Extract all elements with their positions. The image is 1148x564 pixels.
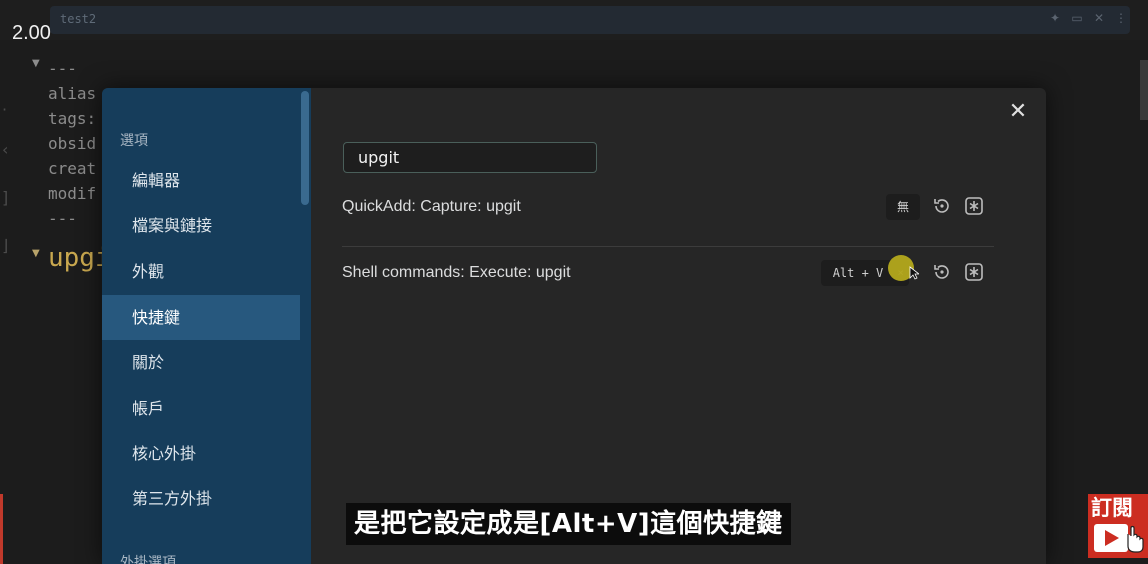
- sidebar-item-hotkeys[interactable]: 快捷鍵: [102, 295, 300, 340]
- left-edge-marker: [0, 494, 3, 564]
- hotkey-row: QuickAdd: Capture: upgit 無: [342, 182, 994, 247]
- subscribe-label: 訂閱: [1091, 496, 1133, 520]
- editor-frontmatter: --- alias tags: obsid creat modif ---: [48, 56, 96, 231]
- gutter-mark-icon: ]: [2, 188, 9, 207]
- editor-tab[interactable]: [50, 6, 1130, 34]
- sidebar-item-account[interactable]: 帳戶: [102, 386, 300, 431]
- hotkey-key-text: Alt + V: [832, 266, 884, 280]
- close-icon[interactable]: ✕: [1006, 100, 1030, 124]
- close-icon[interactable]: ✕: [1092, 11, 1106, 25]
- settings-sidebar: 選項 編輯器 檔案與鏈接 外觀 快捷鍵 關於 帳戶 核心外掛 第三方外掛 外掛選…: [102, 88, 311, 564]
- code-line: ---: [48, 209, 77, 228]
- sidebar-item-core-plugins[interactable]: 核心外掛: [102, 431, 300, 476]
- sidebar-item-editor[interactable]: 編輯器: [102, 158, 300, 203]
- heading-fold-arrow-icon[interactable]: ▼: [32, 248, 40, 259]
- reading-icon[interactable]: ▭: [1070, 11, 1084, 25]
- settings-modal: 選項 編輯器 檔案與鏈接 外觀 快捷鍵 關於 帳戶 核心外掛 第三方外掛 外掛選…: [102, 88, 1046, 564]
- add-hotkey-icon[interactable]: [964, 262, 984, 282]
- more-icon[interactable]: ⋮: [1114, 11, 1128, 25]
- code-line: creat: [48, 159, 97, 178]
- editor-scrollbar[interactable]: [1140, 60, 1148, 120]
- add-hotkey-icon[interactable]: [964, 196, 984, 216]
- settings-content: ✕ QuickAdd: Capture: upgit 無 Shell comma…: [311, 88, 1046, 564]
- gutter-mark-icon: ⌋: [2, 236, 9, 255]
- code-line: obsid: [48, 134, 97, 153]
- sidebar-section-options: 選項: [120, 133, 148, 149]
- sidebar-item-community-plugins[interactable]: 第三方外掛: [102, 476, 300, 521]
- gutter-mark-icon: ·: [2, 100, 8, 119]
- code-line: tags:: [48, 109, 97, 128]
- sidebar-scrollbar[interactable]: [301, 91, 309, 205]
- video-subtitle: 是把它設定成是[Alt+V]這個快捷鍵: [346, 503, 791, 545]
- code-line: modif: [48, 184, 97, 203]
- hotkey-command-name: Shell commands: Execute: upgit: [342, 264, 571, 281]
- editor-tab-title: test2: [60, 12, 97, 26]
- sidebar-item-appearance[interactable]: 外觀: [102, 249, 300, 294]
- subscribe-button[interactable]: 訂閱: [1088, 494, 1148, 558]
- restore-default-icon[interactable]: [932, 262, 952, 282]
- code-line: ---: [48, 59, 77, 78]
- sidebar-item-files-links[interactable]: 檔案與鏈接: [102, 203, 300, 248]
- hotkey-search-input[interactable]: [343, 142, 597, 173]
- hotkey-command-name: QuickAdd: Capture: upgit: [342, 198, 521, 215]
- gutter-mark-icon: ‹: [2, 140, 9, 159]
- sidebar-section-plugin-options: 外掛選項: [120, 555, 176, 564]
- code-line: alias: [48, 84, 97, 103]
- restore-default-icon[interactable]: [932, 196, 952, 216]
- hotkey-key-badge: 無: [886, 194, 920, 220]
- mouse-pointer-icon: [909, 266, 919, 280]
- pin-icon[interactable]: ✦: [1048, 11, 1062, 25]
- sidebar-item-about[interactable]: 關於: [102, 340, 300, 385]
- play-hand-icon: [1094, 524, 1144, 553]
- editor-tab-actions: ✦ ▭ ✕ ⋮: [1048, 11, 1128, 25]
- fold-arrow-icon[interactable]: ▼: [32, 58, 40, 69]
- editor-gutter: · ‹ ] ⌋: [0, 40, 20, 564]
